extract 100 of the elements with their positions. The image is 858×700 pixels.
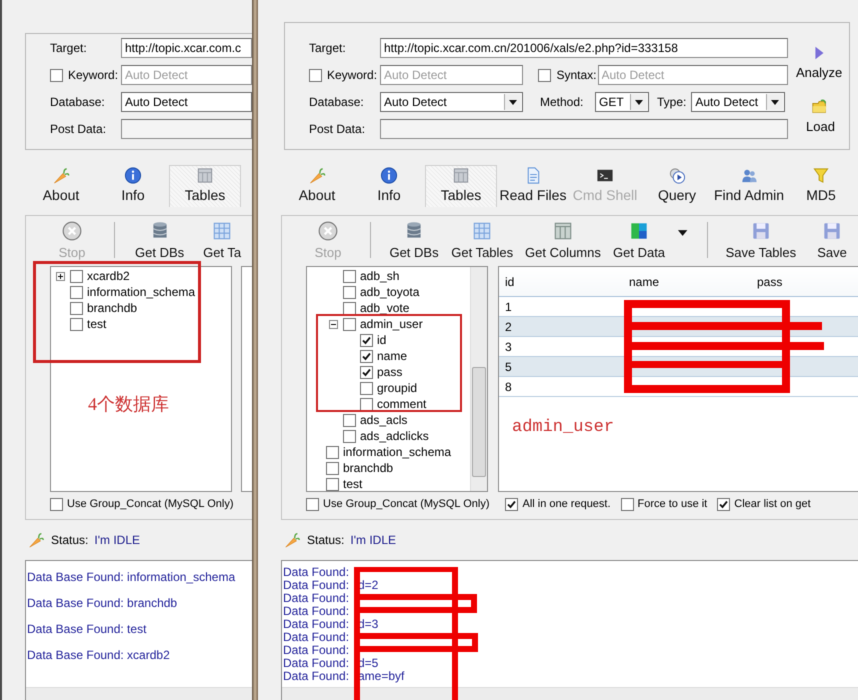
checkbox[interactable] bbox=[343, 286, 356, 298]
checkbox[interactable] bbox=[360, 350, 373, 362]
target-field[interactable]: http://topic.xcar.com.cn/201006/xals/e2.php?id=333158 bbox=[380, 38, 788, 58]
tab[interactable]: Tables bbox=[425, 165, 497, 207]
analyze-button[interactable]: Analyze bbox=[796, 44, 842, 80]
collapse-icon[interactable] bbox=[329, 320, 338, 328]
tab[interactable]: Info bbox=[353, 165, 425, 207]
tree-item[interactable]: ads_adclicks bbox=[360, 430, 429, 442]
checkbox[interactable] bbox=[505, 498, 518, 510]
bubble-play-icon bbox=[667, 166, 687, 185]
toolbar-button[interactable]: Get DBs bbox=[386, 220, 442, 260]
log-line: Data Found: bbox=[283, 631, 350, 644]
keyword-field[interactable]: Auto Detect bbox=[380, 65, 523, 85]
checkbox[interactable] bbox=[343, 430, 356, 442]
checkbox[interactable] bbox=[50, 498, 63, 510]
column-header[interactable]: name bbox=[623, 274, 751, 288]
checkbox[interactable] bbox=[309, 68, 322, 82]
tree-item[interactable]: pass bbox=[377, 366, 402, 378]
tree-item[interactable]: comment bbox=[377, 398, 426, 410]
checkbox[interactable] bbox=[360, 382, 373, 394]
checkbox[interactable] bbox=[50, 68, 63, 82]
method-dropdown[interactable]: GET bbox=[595, 92, 649, 112]
funnel-icon bbox=[811, 166, 831, 185]
expand-icon[interactable] bbox=[56, 272, 65, 280]
tree-item[interactable]: information_schema bbox=[87, 286, 196, 298]
scrollbar[interactable] bbox=[470, 267, 487, 491]
toolbar-button[interactable]: Get DBs bbox=[131, 220, 188, 260]
scrollbar[interactable] bbox=[26, 687, 252, 700]
field-label: Database: bbox=[309, 95, 365, 109]
type-dropdown[interactable]: Auto Detect bbox=[691, 92, 786, 112]
checkbox[interactable] bbox=[70, 318, 83, 330]
field-label: Syntax: bbox=[556, 68, 596, 82]
folder-icon bbox=[811, 98, 830, 116]
checkbox[interactable] bbox=[343, 318, 356, 330]
scrollbar-thumb[interactable] bbox=[472, 367, 486, 477]
table-icon bbox=[451, 166, 471, 185]
option-label: All in one request. bbox=[522, 498, 611, 510]
checkbox[interactable] bbox=[620, 498, 634, 510]
checkbox[interactable] bbox=[360, 334, 373, 346]
tab[interactable]: About bbox=[25, 165, 97, 207]
checkbox[interactable] bbox=[360, 398, 373, 410]
target-field[interactable]: http://topic.xcar.com.c bbox=[121, 38, 252, 58]
tab[interactable]: Tables bbox=[169, 165, 241, 207]
log-line: Data Found: bbox=[283, 618, 350, 631]
checkbox[interactable] bbox=[360, 366, 373, 378]
tree-item[interactable]: admin_user bbox=[360, 318, 423, 330]
toolbar-button[interactable]: Save bbox=[806, 220, 858, 260]
tree-item[interactable]: test bbox=[87, 318, 106, 330]
annotation-note: 4个数据库 bbox=[88, 393, 169, 416]
toolbar-button[interactable]: Get Data bbox=[610, 220, 668, 260]
column-header[interactable]: pass bbox=[751, 274, 858, 288]
checkbox[interactable] bbox=[717, 498, 730, 510]
database-dropdown[interactable]: Auto Detect bbox=[380, 92, 523, 112]
tree-item[interactable]: adb_vote bbox=[360, 302, 410, 314]
info-icon bbox=[123, 166, 143, 185]
tree-item[interactable]: xcardb2 bbox=[87, 270, 130, 282]
grid-icon bbox=[211, 220, 234, 242]
scrollbar[interactable] bbox=[282, 687, 858, 700]
tab[interactable]: About bbox=[281, 165, 353, 207]
checkbox[interactable] bbox=[538, 68, 552, 82]
toolbar-button[interactable]: Get Tables bbox=[449, 220, 516, 260]
checkbox[interactable] bbox=[326, 462, 339, 474]
keyword-field[interactable]: Auto Detect bbox=[121, 65, 252, 85]
tree-item[interactable]: adb_toyota bbox=[360, 286, 420, 298]
tree-item[interactable]: name bbox=[377, 350, 408, 362]
checkbox[interactable] bbox=[306, 498, 319, 510]
tab[interactable]: Query bbox=[641, 165, 713, 207]
checkbox[interactable] bbox=[70, 286, 83, 298]
checkbox[interactable] bbox=[326, 446, 339, 458]
column-header[interactable]: id bbox=[499, 274, 623, 288]
log-line: Data Found: bbox=[283, 605, 350, 618]
syntax-field[interactable]: Auto Detect bbox=[598, 65, 788, 85]
table-cell-text: 8 bbox=[504, 380, 513, 394]
tab[interactable]: Find Admin bbox=[713, 165, 785, 207]
database-dropdown[interactable]: Auto Detect bbox=[121, 92, 252, 112]
checkbox[interactable] bbox=[70, 302, 83, 314]
tree-item[interactable]: test bbox=[343, 478, 362, 490]
checkbox[interactable] bbox=[70, 270, 83, 282]
tree-item[interactable]: adb_sh bbox=[360, 270, 400, 282]
toolbar-button[interactable]: Get Columns bbox=[523, 220, 603, 260]
tab[interactable]: Info bbox=[97, 165, 169, 207]
checkbox[interactable] bbox=[343, 270, 356, 282]
tab[interactable]: Read Files bbox=[497, 165, 569, 207]
tree-item[interactable]: ads_acls bbox=[360, 414, 408, 426]
tree-item[interactable]: branchdb bbox=[343, 462, 394, 474]
status-label: Status: bbox=[51, 533, 88, 547]
tree-item[interactable]: groupid bbox=[377, 382, 418, 394]
toolbar-button[interactable]: Get Ta bbox=[196, 220, 248, 260]
tree-item[interactable]: information_schema bbox=[343, 446, 452, 458]
tree-item[interactable]: branchdb bbox=[87, 302, 138, 314]
annotation-note: admin_user bbox=[512, 418, 614, 437]
tab[interactable]: MD5 bbox=[785, 165, 857, 207]
checkbox[interactable] bbox=[326, 478, 339, 490]
caret-icon[interactable] bbox=[677, 229, 689, 237]
checkbox[interactable] bbox=[343, 414, 356, 426]
load-button[interactable]: Load bbox=[806, 98, 835, 134]
toolbar-button[interactable]: Save Tables bbox=[724, 220, 798, 260]
tree-item[interactable]: id bbox=[377, 334, 386, 346]
checkbox[interactable] bbox=[343, 302, 356, 314]
option-label: Use Group_Concat (MySQL Only) bbox=[67, 498, 234, 510]
